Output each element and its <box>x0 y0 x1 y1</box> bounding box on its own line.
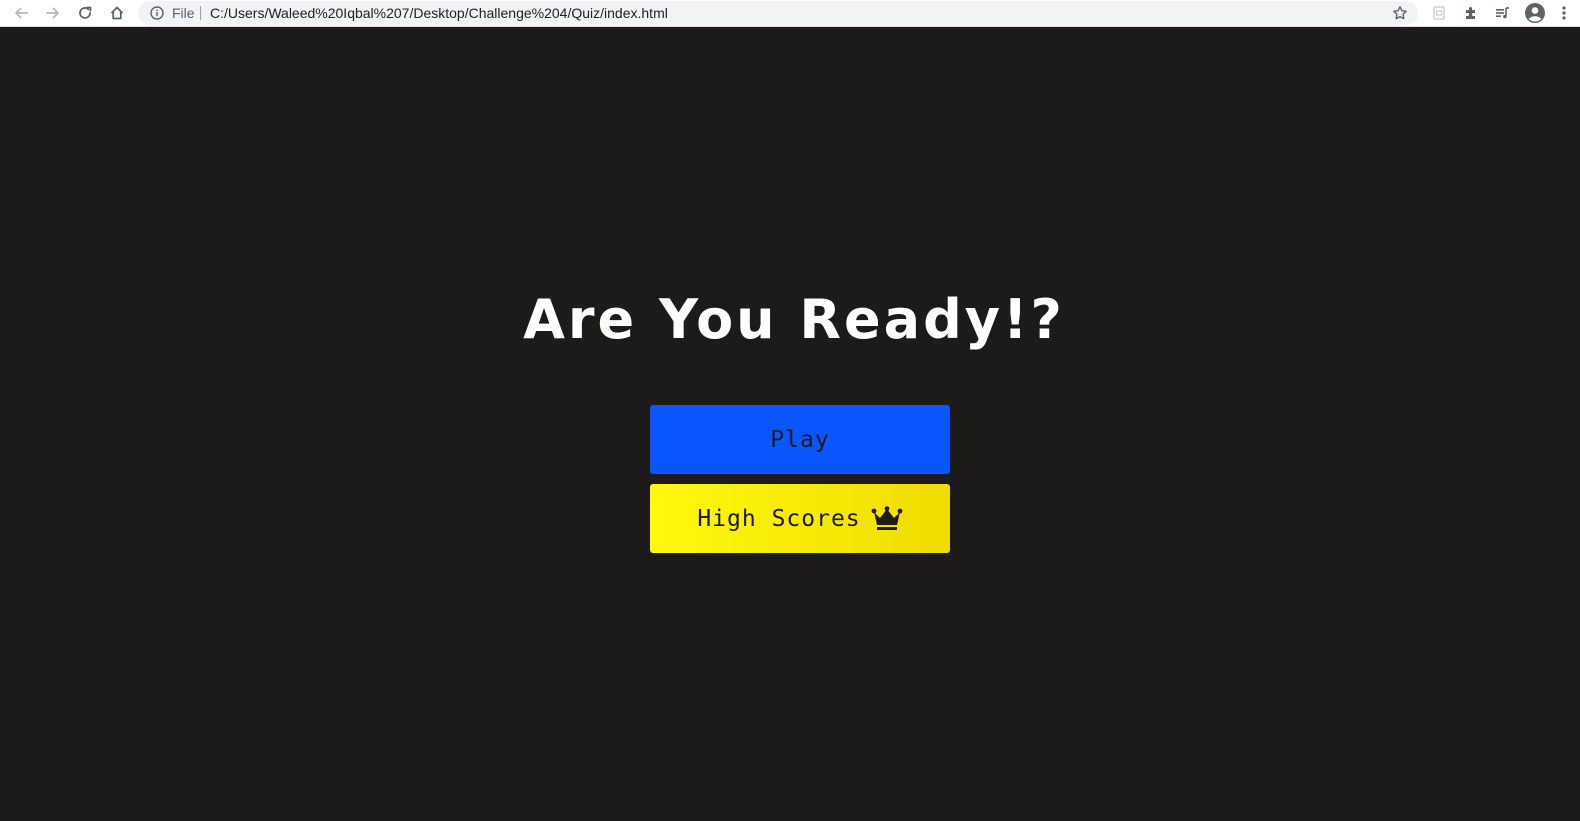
address-separator <box>200 6 201 20</box>
reload-icon <box>79 6 92 19</box>
browser-menu-button[interactable] <box>1554 0 1574 26</box>
home-button[interactable] <box>104 0 130 26</box>
puzzle-icon <box>1466 7 1475 19</box>
url-text[interactable]: C:/Users/Waleed%20Iqbal%207/Desktop/Chal… <box>210 1 668 25</box>
quiz-page: Are You Ready!? Play High Scores <box>0 28 1580 821</box>
media-queue-icon <box>1496 7 1509 19</box>
profile-button[interactable] <box>1522 0 1548 26</box>
media-controls-button[interactable] <box>1490 0 1516 26</box>
extension-page-button[interactable] <box>1426 0 1452 26</box>
bookmark-star-button[interactable] <box>1390 3 1410 23</box>
play-button-label: Play <box>770 426 830 453</box>
back-arrow-icon <box>15 7 28 19</box>
crown-icon <box>871 505 903 530</box>
info-icon[interactable] <box>149 5 165 21</box>
address-bar[interactable]: File C:/Users/Waleed%20Iqbal%207/Desktop… <box>138 1 1418 25</box>
kebab-menu-icon <box>1562 6 1566 20</box>
back-button[interactable] <box>8 0 34 26</box>
forward-arrow-icon <box>46 7 59 19</box>
scheme-label: File <box>172 5 195 21</box>
page-icon <box>1433 6 1445 20</box>
extensions-button[interactable] <box>1458 0 1484 26</box>
high-scores-button[interactable]: High Scores <box>650 484 950 553</box>
reload-button[interactable] <box>72 0 98 26</box>
forward-button[interactable] <box>40 0 66 26</box>
high-scores-button-label: High Scores <box>697 505 861 532</box>
star-icon <box>1393 6 1407 20</box>
play-button[interactable]: Play <box>650 405 950 474</box>
home-icon <box>110 6 124 20</box>
account-icon <box>1525 3 1545 23</box>
page-title: Are You Ready!? <box>523 288 1065 351</box>
browser-toolbar: File C:/Users/Waleed%20Iqbal%207/Desktop… <box>0 0 1580 27</box>
